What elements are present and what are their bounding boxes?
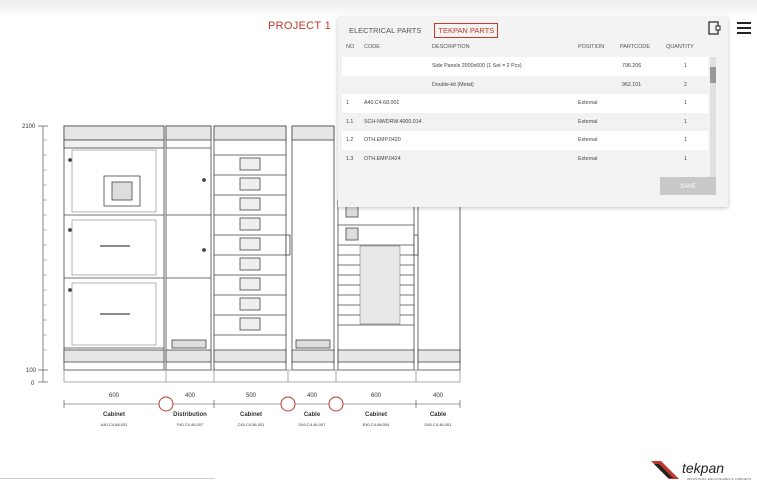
cell-partcode: 796.206 — [622, 63, 642, 69]
cabinet-2-width: 400 — [185, 393, 196, 399]
project-title: PROJECT 1 — [268, 20, 332, 32]
cabinet-5-code: E40.C4.68.004 — [363, 422, 390, 427]
cell-position: External — [578, 118, 598, 125]
parts-table-body[interactable]: Side Panels 2000x600 (1 Set = 2 Pcs) 796… — [342, 57, 708, 183]
document-export-icon[interactable] — [708, 21, 721, 36]
cabinet-1-code: A40.C4.68.001 — [101, 422, 128, 427]
table-scrollbar[interactable] — [710, 57, 716, 183]
cabinet-5-type: Cabinet — [365, 412, 387, 418]
cabinet-5[interactable] — [337, 199, 419, 371]
table-row[interactable]: Side Panels 2000x600 (1 Set = 2 Pcs) 796… — [342, 57, 708, 76]
cell-quantity: 1 — [684, 63, 687, 69]
tekpan-logo-tagline: INDUSTRIAL ENCLOSURES & CABINETS — [687, 477, 752, 481]
col-quantity: QUANTITY — [666, 44, 694, 50]
scrollbar-thumb[interactable] — [710, 67, 716, 83]
cell-description: Double-kit (Metal) — [432, 81, 474, 88]
cabinet-6-type: Cable — [430, 412, 447, 418]
hamburger-menu-icon[interactable] — [737, 22, 751, 34]
cell-quantity: 1 — [684, 137, 687, 143]
table-row[interactable]: 1.3 OTH.EMP.0424 External 1 — [342, 149, 708, 168]
cell-code: A40.C4.68.001 — [364, 100, 400, 106]
table-row[interactable]: 1.2 OTH.EMP.0420 External 1 — [342, 131, 708, 150]
cell-position: External — [578, 100, 598, 106]
cell-partcode: 962.101 — [622, 81, 642, 88]
col-description: DESCRIPTION — [432, 44, 470, 50]
dim-label-0: 0 — [31, 381, 35, 387]
cabinet-1[interactable] — [63, 125, 165, 371]
cell-no: 1 — [346, 100, 349, 106]
joint-marker-2[interactable] — [280, 396, 296, 412]
cell-position: External — [578, 137, 598, 143]
cabinet-6[interactable] — [417, 199, 461, 371]
cell-no: 1.3 — [346, 155, 354, 162]
plinth — [63, 369, 461, 383]
cabinet-6-width: 400 — [433, 393, 444, 399]
table-row[interactable]: 1 A40.C4.68.001 External 1 — [342, 94, 708, 113]
table-row[interactable]: 1.1 SCH-NWDRW.4000.014 External 1 — [342, 112, 708, 131]
cabinet-2-code: F40.C4.46.007 — [177, 422, 204, 427]
cell-code: OTH.EMP.0424 — [364, 155, 401, 162]
cabinet-4[interactable] — [291, 125, 335, 371]
col-position: POSITION — [578, 44, 605, 50]
cabinet-4-width: 400 — [307, 393, 318, 399]
height-scale — [38, 125, 48, 383]
cell-quantity: 1 — [684, 100, 687, 106]
tekpan-logo-icon — [651, 461, 679, 479]
table-row[interactable]: Double-kit (Metal) 962.101 2 — [342, 75, 708, 94]
cabinet-5-width: 600 — [371, 393, 382, 399]
save-button[interactable]: SAVE — [660, 177, 716, 195]
parts-tabs: ELECTRICAL PARTS TEKPAN PARTS — [346, 23, 499, 38]
tab-tekpan-parts[interactable]: TEKPAN PARTS — [434, 23, 499, 38]
cabinet-4-type: Cable — [304, 412, 321, 418]
parts-panel: ELECTRICAL PARTS TEKPAN PARTS NO CODE DE… — [338, 17, 728, 207]
cabinet-1-width: 600 — [109, 393, 120, 399]
cabinet-6-code: D40.C4.46.001 — [425, 422, 453, 427]
tekpan-logo-text: tekpan — [682, 460, 725, 476]
cell-no: 1.2 — [346, 137, 354, 143]
dim-label-100: 100 — [26, 368, 37, 374]
footer-divider — [0, 478, 215, 479]
tab-electrical-parts[interactable]: ELECTRICAL PARTS — [346, 24, 424, 37]
cabinet-3-width: 500 — [246, 393, 257, 399]
cell-quantity: 1 — [684, 118, 687, 125]
cell-code: OTH.EMP.0420 — [364, 137, 401, 143]
col-partcode: PARTCODE — [620, 44, 651, 50]
cabinet-3-code: C40.C4.56.001 — [238, 422, 266, 427]
cabinet-3[interactable] — [213, 125, 291, 371]
width-dimension-line — [63, 400, 461, 408]
cell-quantity: 1 — [684, 155, 687, 162]
cell-quantity: 2 — [684, 81, 687, 88]
dim-label-top: 2100 — [22, 124, 36, 130]
cabinet-4-code: D40.C4.46.007 — [299, 422, 327, 427]
cell-code: SCH-NWDRW.4000.014 — [364, 118, 422, 125]
joint-marker-3[interactable] — [328, 396, 344, 412]
cabinet-2-type: Distribution — [173, 412, 207, 418]
cell-position: External — [578, 155, 598, 162]
cabinet-1-type: Cabinet — [103, 412, 125, 418]
col-no: NO — [346, 44, 355, 50]
col-code: CODE — [364, 44, 380, 50]
cell-description: Side Panels 2000x600 (1 Set = 2 Pcs) — [432, 63, 522, 69]
cabinet-3-type: Cabinet — [240, 412, 262, 418]
joint-marker-1[interactable] — [158, 396, 174, 412]
cabinet-2[interactable] — [165, 125, 212, 371]
cell-no: 1.1 — [346, 118, 354, 125]
